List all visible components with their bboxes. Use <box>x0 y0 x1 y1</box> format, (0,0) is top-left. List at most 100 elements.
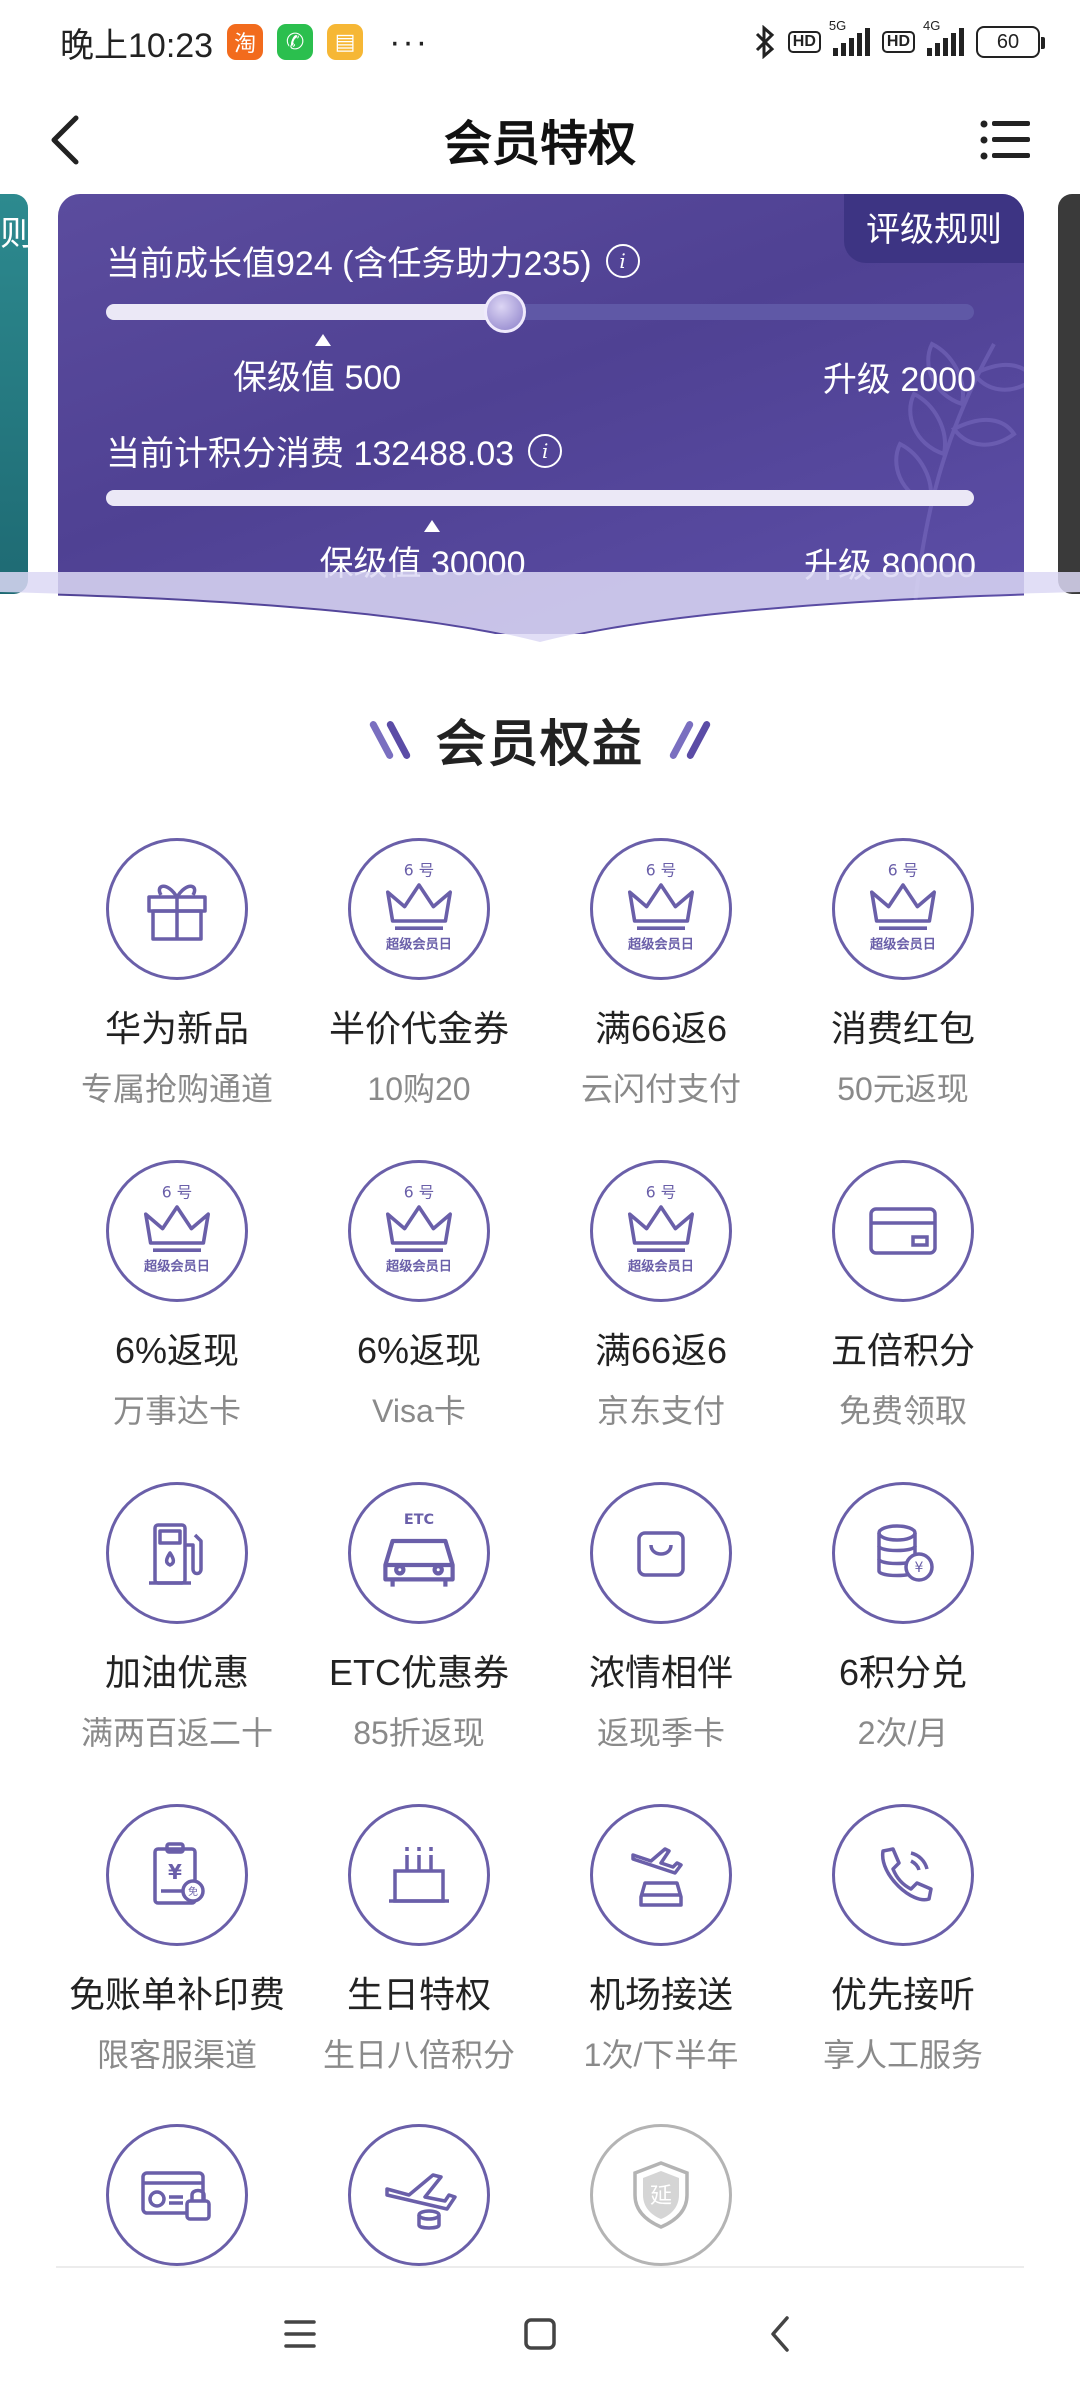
benefit-item[interactable]: 生日特权 生日八倍积分 <box>298 1804 540 2084</box>
bluetooth-icon <box>755 25 774 59</box>
home-button[interactable] <box>510 2304 570 2364</box>
svg-text:6 号: 6 号 <box>888 861 918 879</box>
benefit-description: 免费领取 <box>838 1393 967 1429</box>
points-progress-fill <box>106 490 974 506</box>
benefit-name: 半价代金券 <box>328 1008 509 1049</box>
info-icon-2[interactable]: i <box>528 433 563 468</box>
benefit-description: Visa卡 <box>372 1393 466 1429</box>
benefit-description: 享人工服务 <box>822 2037 983 2073</box>
benefit-description: 专属抢购通道 <box>80 1071 273 1107</box>
svg-text:超级会员日: 超级会员日 <box>385 936 452 953</box>
section-header: 会员权益 <box>0 700 1080 780</box>
growth-value-label: 当前成长值924 (含任务助力235) i <box>106 236 640 285</box>
benefit-name: 6%返现 <box>114 1330 240 1371</box>
benefit-description: 生日八倍积分 <box>322 2037 515 2073</box>
bill-clipboard-icon: ¥ 免 <box>106 1804 248 1946</box>
taobao-icon: 淘 <box>227 24 264 60</box>
banner-wave-decoration <box>0 572 1080 654</box>
coin-stack-icon: ¥ <box>832 1482 974 1624</box>
benefits-grid: 华为新品 专属抢购通道 6 号超级会员日 半价代金券 10购20 6 号超级会员… <box>56 838 1024 2084</box>
benefit-name: 免账单补印费 <box>68 1974 285 2015</box>
super-member-day-icon: 6 号超级会员日 <box>348 838 490 980</box>
benefit-item[interactable]: 优先接听 享人工服务 <box>782 1804 1024 2084</box>
info-icon[interactable]: i <box>605 243 640 278</box>
wechat-icon: ✆ <box>277 24 314 60</box>
page-title: 会员特权 <box>443 118 636 171</box>
super-member-day-icon: 6 号超级会员日 <box>348 1160 490 1302</box>
benefit-name: 满66返6 <box>594 1330 728 1371</box>
svg-text:延: 延 <box>650 2184 672 2209</box>
previous-card-peek[interactable]: 则 <box>0 194 34 594</box>
chevron-left-icon <box>51 115 79 165</box>
benefit-item[interactable] <box>56 2124 298 2266</box>
benefit-description: 10购20 <box>367 1071 471 1107</box>
svg-text:6 号: 6 号 <box>162 1183 192 1201</box>
next-card-peek[interactable] <box>1058 194 1080 594</box>
square-home-icon <box>524 2318 556 2350</box>
growth-progress-fill <box>106 304 506 320</box>
svg-text:6 号: 6 号 <box>404 1183 434 1201</box>
back-button[interactable] <box>44 110 100 170</box>
benefit-item[interactable]: 6 号超级会员日 满66返6 云闪付支付 <box>540 838 782 1118</box>
benefit-description: 1次/下半年 <box>583 2037 739 2073</box>
svg-text:6 号: 6 号 <box>646 861 676 879</box>
app-header: 会员特权 <box>0 84 1080 194</box>
svg-text:超级会员日: 超级会员日 <box>627 936 694 953</box>
battery-icon: 60 <box>976 26 1045 58</box>
benefit-description: 京东支付 <box>596 1393 725 1429</box>
growth-progress-thumb <box>484 291 527 333</box>
membership-level-card: 评级规则 当前成长值924 (含任务助力235) i 保级值 500 升级 20… <box>58 194 1024 634</box>
points-spend-label: 当前计积分消费 132488.03 i <box>106 426 563 475</box>
benefit-item[interactable]: 6 号超级会员日 6%返现 万事达卡 <box>56 1160 298 1440</box>
menu-button[interactable] <box>976 110 1036 170</box>
benefit-item[interactable]: 6 号超级会员日 6%返现 Visa卡 <box>298 1160 540 1440</box>
benefit-name: 加油优惠 <box>104 1652 249 1693</box>
growth-keep-level-label: 保级值 500 <box>233 359 402 397</box>
message-icon: ▤ <box>327 24 364 60</box>
svg-text:超级会员日: 超级会员日 <box>869 936 936 953</box>
system-navigation-bar <box>0 2268 1080 2400</box>
svg-text:超级会员日: 超级会员日 <box>143 1258 210 1275</box>
benefit-description: 满两百返二十 <box>80 1715 273 1751</box>
benefit-item[interactable] <box>298 2124 540 2266</box>
benefit-item[interactable]: ETC ETC优惠券 85折返现 <box>298 1482 540 1762</box>
benefit-item[interactable]: 机场接送 1次/下半年 <box>540 1804 782 2084</box>
benefit-description: 云闪付支付 <box>580 1071 741 1107</box>
left-slash-decoration <box>368 719 412 761</box>
benefit-item[interactable]: 6 号超级会员日 消费红包 50元返现 <box>782 838 1024 1118</box>
benefit-item[interactable]: ¥ 免 免账单补印费 限客服渠道 <box>56 1804 298 2084</box>
system-back-button[interactable] <box>750 2304 810 2364</box>
airport-car-icon <box>590 1804 732 1946</box>
benefit-item[interactable]: 延 <box>540 2124 782 2266</box>
benefit-description: 万事达卡 <box>112 1393 241 1429</box>
hd-badge-2: HD <box>881 31 915 53</box>
benefit-item[interactable]: 6 号超级会员日 半价代金券 10购20 <box>298 838 540 1118</box>
growth-upgrade-label: 升级 2000 <box>822 361 976 399</box>
super-member-day-icon: 6 号超级会员日 <box>590 838 732 980</box>
growth-value-text: 当前成长值924 (含任务助力235) <box>106 245 592 283</box>
benefit-item[interactable]: 华为新品 专属抢购通道 <box>56 838 298 1118</box>
triangle-back-icon <box>771 2316 789 2352</box>
benefit-name: 满66返6 <box>594 1008 728 1049</box>
svg-text:6 号: 6 号 <box>404 861 434 879</box>
benefit-name: 消费红包 <box>830 1008 975 1049</box>
svg-text:¥: ¥ <box>168 1860 182 1884</box>
benefit-description: 50元返现 <box>837 1071 969 1107</box>
card-icon <box>832 1160 974 1302</box>
recent-apps-button[interactable] <box>270 2304 330 2364</box>
list-menu-icon <box>980 120 1030 160</box>
benefit-item[interactable]: ¥ 6积分兑 2次/月 <box>782 1482 1024 1762</box>
points-spend-text: 当前计积分消费 132488.03 <box>106 435 515 473</box>
menu-lines-icon <box>284 2320 316 2348</box>
benefit-name: 华为新品 <box>104 1008 249 1049</box>
benefit-name: ETC优惠券 <box>328 1652 509 1693</box>
benefit-item[interactable]: 加油优惠 满两百返二十 <box>56 1482 298 1762</box>
benefit-item[interactable]: 五倍积分 免费领取 <box>782 1160 1024 1440</box>
svg-text:ETC: ETC <box>404 1512 434 1528</box>
previous-card-text: 则 <box>0 215 34 253</box>
section-title: 会员权益 <box>436 716 644 772</box>
benefit-item[interactable]: 浓情相伴 返现季卡 <box>540 1482 782 1762</box>
rating-rules-button[interactable]: 评级规则 <box>844 194 1024 263</box>
benefit-item[interactable]: 6 号超级会员日 满66返6 京东支付 <box>540 1160 782 1440</box>
svg-text:超级会员日: 超级会员日 <box>385 1258 452 1275</box>
